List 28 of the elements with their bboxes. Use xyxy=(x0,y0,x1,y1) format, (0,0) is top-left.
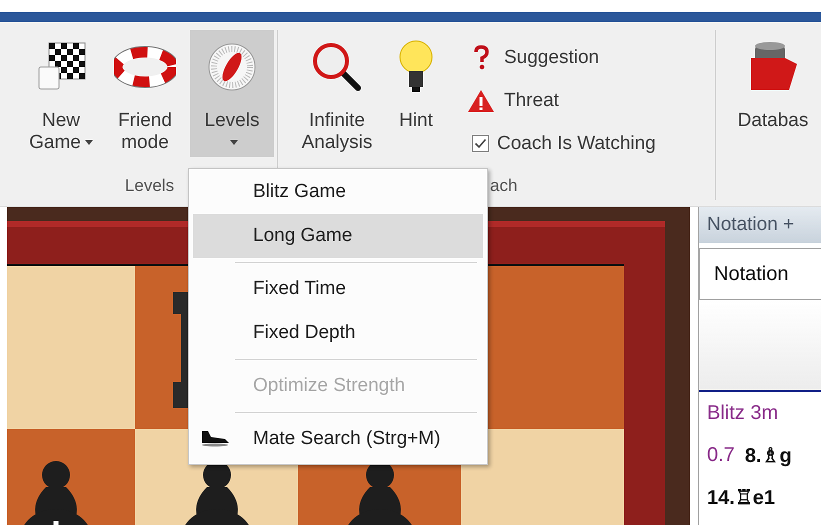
ribbon-button[interactable]: Levels xyxy=(190,30,274,157)
warning-icon xyxy=(466,88,496,114)
lifebuoy-icon xyxy=(114,45,176,89)
panel-header: Notation + xyxy=(699,207,821,243)
menu-item[interactable]: Mate Search (Strg+M) xyxy=(193,417,483,461)
move-text: 14.♖e1 xyxy=(707,486,776,510)
ribbon-button[interactable]: Friend mode xyxy=(103,30,187,157)
ribbon-button[interactable]: New Game xyxy=(22,30,100,157)
group-label: ach xyxy=(490,176,518,196)
ribbon-button[interactable]: Threat xyxy=(462,79,660,122)
checkbox-label[interactable]: Coach Is Watching xyxy=(497,132,656,154)
menu-item[interactable]: Long Game xyxy=(193,214,483,258)
ribbon-button[interactable]: Databas xyxy=(726,30,820,157)
boot-icon xyxy=(199,429,231,447)
menu-item[interactable]: Fixed Depth xyxy=(193,311,483,355)
move-text: 8.♗g xyxy=(744,444,792,468)
ribbon-button[interactable]: Hint xyxy=(387,30,445,157)
question-mark-icon xyxy=(472,44,490,70)
group-label: Levels xyxy=(124,176,174,196)
ribbon-button[interactable]: Suggestion xyxy=(462,36,660,79)
evaluation-text: 0.7 xyxy=(707,444,735,466)
checkbox[interactable] xyxy=(472,135,489,152)
event-text: Blitz 3m xyxy=(707,402,778,424)
menu-item[interactable]: Blitz Game xyxy=(193,170,483,214)
magnifier-icon xyxy=(310,40,364,94)
dial-icon xyxy=(207,42,257,92)
menu-item[interactable]: Fixed Time xyxy=(193,267,483,311)
ribbon-button[interactable]: Infinite Analysis xyxy=(290,30,384,157)
